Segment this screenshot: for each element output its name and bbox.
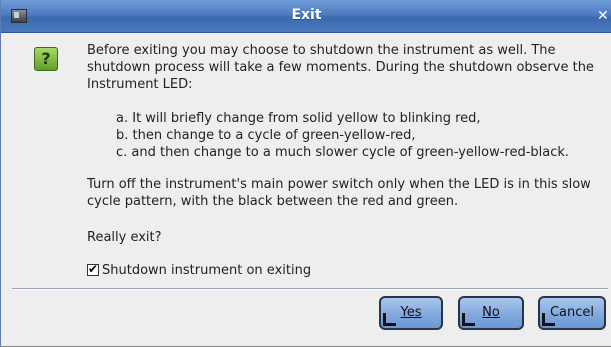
led-step: b. then change to a cycle of green-yello… xyxy=(116,128,416,143)
focus-corner-icon xyxy=(383,313,396,326)
focus-corner-icon xyxy=(462,313,475,326)
no-button[interactable]: No xyxy=(458,296,524,330)
focus-corner-icon xyxy=(542,313,555,326)
message-intro: Before exiting you may choose to shutdow… xyxy=(87,43,594,92)
exit-dialog: Exit ✕ ? Before exiting you may choose t… xyxy=(0,0,611,347)
led-steps-list: a. It will briefly change from solid yel… xyxy=(116,110,611,161)
shutdown-checkbox-row[interactable]: ✔ Shutdown instrument on exiting xyxy=(87,262,311,280)
button-separator xyxy=(12,288,608,290)
question-icon: ? xyxy=(34,47,58,71)
message-question: Really exit? xyxy=(87,230,162,245)
no-button-label: No xyxy=(482,305,500,320)
cancel-button-label: Cancel xyxy=(549,305,595,320)
cancel-button[interactable]: Cancel xyxy=(538,296,606,330)
led-step: c. and then change to a much slower cycl… xyxy=(116,145,570,160)
shutdown-checkbox[interactable]: ✔ xyxy=(87,262,99,276)
shutdown-checkbox-label[interactable]: Shutdown instrument on exiting xyxy=(102,263,311,278)
close-icon[interactable]: ✕ xyxy=(597,6,611,26)
yes-button[interactable]: Yes xyxy=(379,296,443,330)
title-bar[interactable]: Exit ✕ xyxy=(1,0,611,33)
message-warning: Turn off the instrument's main power swi… xyxy=(87,177,591,209)
window-title: Exit xyxy=(291,7,322,23)
check-icon: ✔ xyxy=(88,262,99,276)
yes-button-label: Yes xyxy=(400,305,422,320)
led-step: a. It will briefly change from solid yel… xyxy=(116,111,481,126)
